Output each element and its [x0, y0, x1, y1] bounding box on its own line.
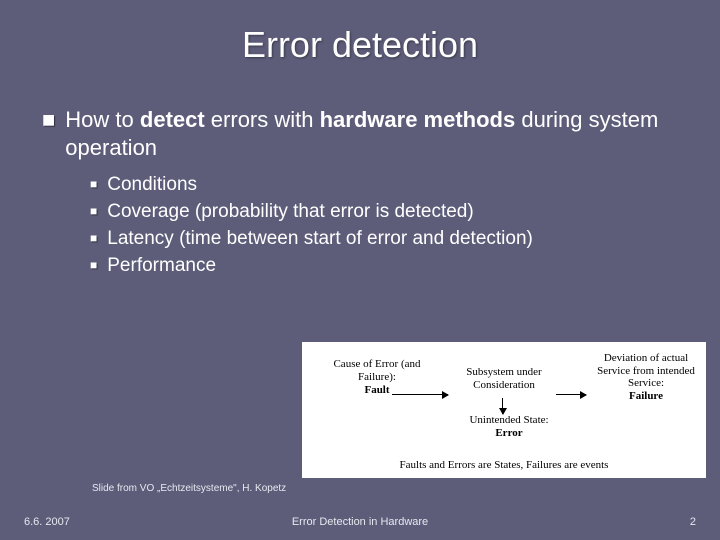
diagram-unintended-label: Unintended State: — [454, 414, 564, 427]
footer: 6.6. 2007 Error Detection in Hardware 2 — [0, 516, 720, 528]
diagram-caption: Faults and Errors are States, Failures a… — [302, 459, 706, 472]
square-bullet-icon: ■ — [90, 226, 97, 251]
list-item-text: Conditions — [107, 172, 197, 197]
square-bullet-icon: ■ — [90, 172, 97, 197]
square-bullet-icon: ■ — [90, 199, 97, 224]
bullet-level1: ■ How to detect errors with hardware met… — [42, 106, 678, 162]
slide: Error detection ■ How to detect errors w… — [0, 0, 720, 540]
intro-keyword-hardware: hardware methods — [320, 107, 516, 132]
list-item: ■ Coverage (probability that error is de… — [90, 199, 678, 224]
subitems: ■ Conditions ■ Coverage (probability tha… — [42, 172, 678, 278]
list-item: ■ Latency (time between start of error a… — [90, 226, 678, 251]
diagram-error-label: Error — [454, 427, 564, 440]
fault-error-failure-diagram: Cause of Error (and Failure): Fault Subs… — [302, 342, 706, 478]
diagram-cause-label: Cause of Error (and Failure): — [322, 358, 432, 383]
footer-page-number: 2 — [690, 516, 696, 528]
intro-mid: errors with — [205, 107, 320, 132]
square-bullet-icon: ■ — [42, 106, 55, 134]
slide-title: Error detection — [0, 0, 720, 66]
square-bullet-icon: ■ — [90, 253, 97, 278]
arrow-icon — [392, 394, 448, 395]
list-item-text: Coverage (probability that error is dete… — [107, 199, 473, 224]
attribution-text: Slide from VO „Echtzeitsysteme", H. Kope… — [92, 483, 286, 494]
content-area: ■ How to detect errors with hardware met… — [0, 66, 720, 278]
list-item-text: Performance — [107, 253, 216, 278]
arrow-icon — [556, 394, 586, 395]
intro-keyword-detect: detect — [140, 107, 205, 132]
intro-text: How to detect errors with hardware metho… — [65, 106, 678, 162]
list-item-text: Latency (time between start of error and… — [107, 226, 533, 251]
footer-title: Error Detection in Hardware — [0, 516, 720, 528]
footer-date: 6.6. 2007 — [24, 516, 70, 528]
diagram-deviation-label: Deviation of actual Service from intende… — [590, 352, 702, 390]
diagram-failure-label: Failure — [590, 390, 702, 403]
list-item: ■ Conditions — [90, 172, 678, 197]
diagram-subsystem-label: Subsystem under Consideration — [454, 366, 554, 391]
arrow-icon — [502, 398, 503, 414]
list-item: ■ Performance — [90, 253, 678, 278]
intro-pre: How to — [65, 107, 140, 132]
